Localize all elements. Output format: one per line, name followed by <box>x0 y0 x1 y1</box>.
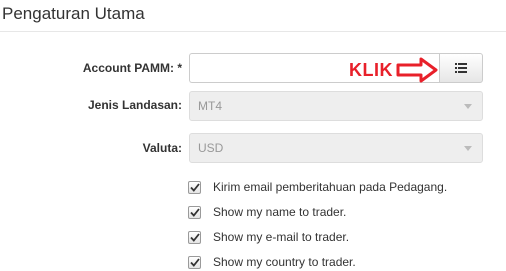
show-name-label: Show my name to trader. <box>213 205 347 219</box>
account-pamm-label: Account PAMM: * <box>82 61 182 75</box>
show-email-checkbox[interactable] <box>188 230 201 244</box>
show-country-checkbox[interactable] <box>188 255 201 269</box>
notify-email-option: Kirim email pemberitahuan pada Pedagang. <box>188 179 447 195</box>
caret-down-icon <box>464 145 472 151</box>
notify-email-label: Kirim email pemberitahuan pada Pedagang. <box>213 180 448 194</box>
platform-select-value: MT4 <box>198 99 222 113</box>
klik-text: KLIK <box>349 60 393 80</box>
page-title: Pengaturan Utama <box>2 4 145 23</box>
check-icon <box>189 182 200 192</box>
currency-label: Valuta: <box>142 141 182 155</box>
check-icon <box>189 232 200 242</box>
platform-label: Jenis Landasan: <box>87 98 182 112</box>
account-list-button[interactable] <box>439 53 483 83</box>
show-email-label: Show my e-mail to trader. <box>213 230 350 244</box>
show-country-option: Show my country to trader. <box>188 254 356 270</box>
check-icon <box>189 257 200 267</box>
show-email-option: Show my e-mail to trader. <box>188 229 349 245</box>
notify-email-checkbox[interactable] <box>188 180 201 194</box>
check-icon <box>189 207 200 217</box>
list-icon <box>455 63 467 73</box>
currency-select-value: USD <box>198 141 224 155</box>
platform-select[interactable]: MT4 <box>189 91 483 121</box>
show-name-option: Show my name to trader. <box>188 204 346 220</box>
klik-annotation: KLIK <box>349 57 438 83</box>
caret-down-icon <box>464 103 472 109</box>
show-name-checkbox[interactable] <box>188 205 201 219</box>
currency-select[interactable]: USD <box>189 133 483 163</box>
arrow-right-icon <box>396 57 438 83</box>
show-country-label: Show my country to trader. <box>213 255 356 269</box>
title-divider <box>0 31 506 32</box>
